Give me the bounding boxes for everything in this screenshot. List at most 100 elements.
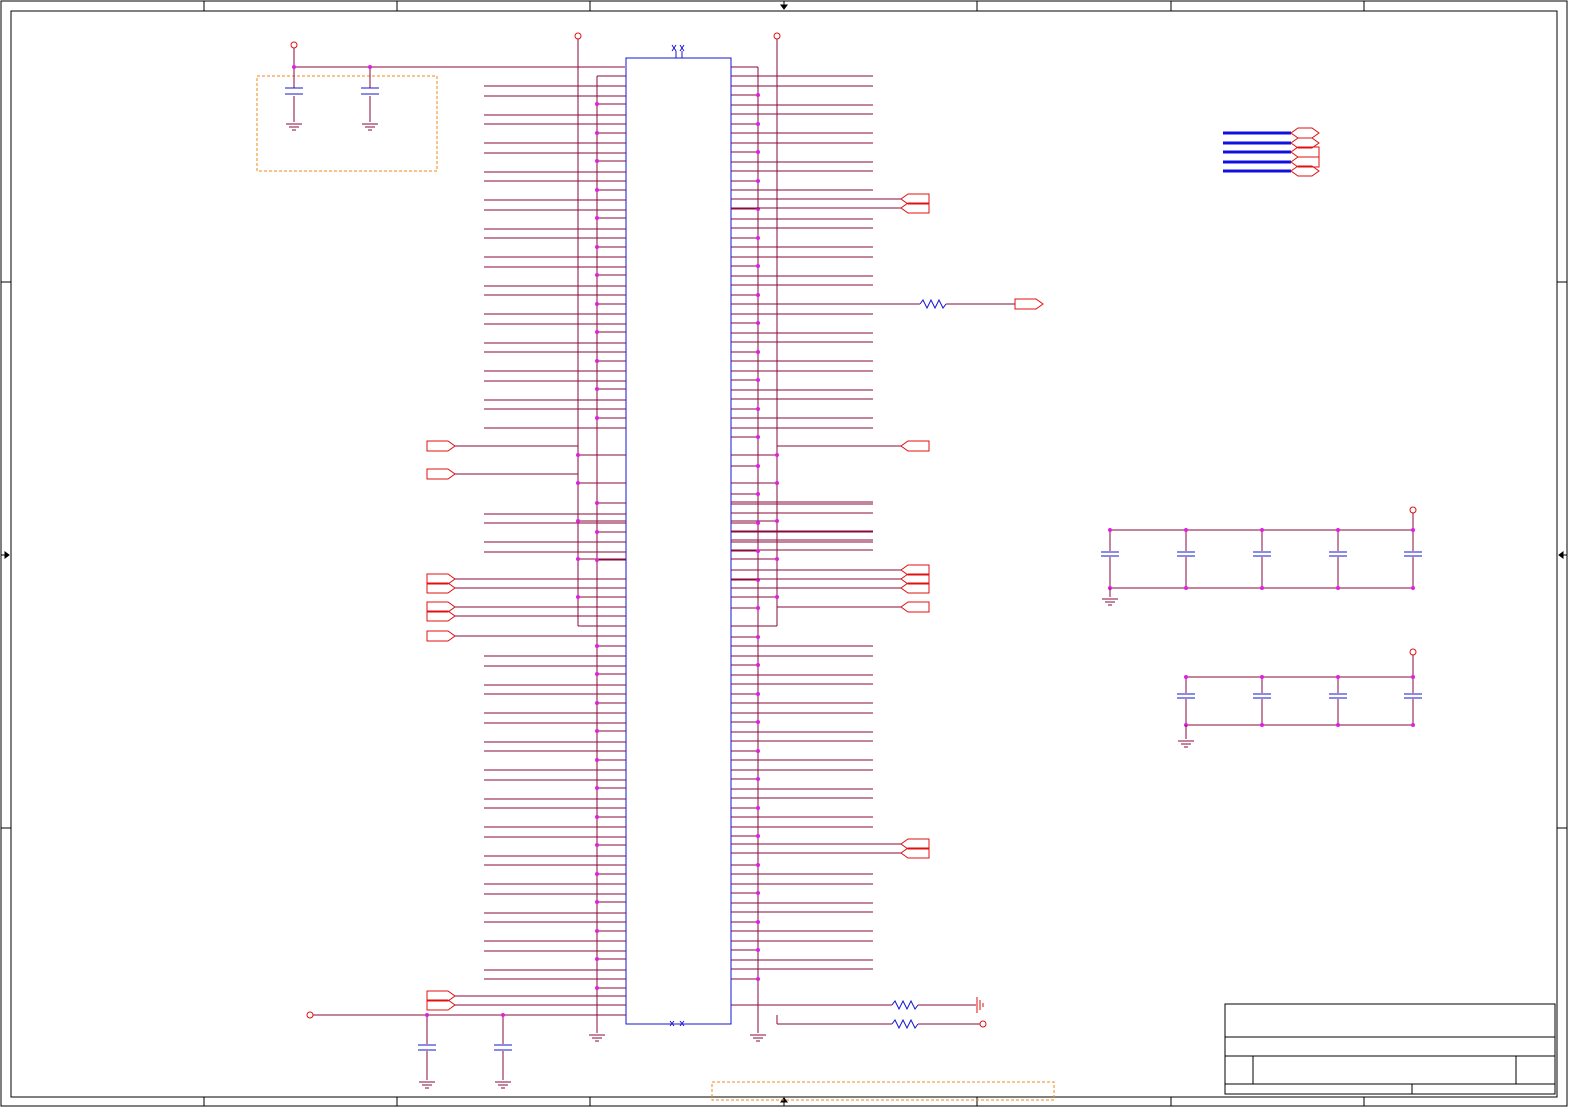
junction-dot-icon [595, 957, 599, 961]
junction-dot-icon [576, 557, 580, 561]
junction-dot-icon [595, 302, 599, 306]
junction-dot-icon [292, 65, 296, 69]
junction-dot-icon [595, 245, 599, 249]
junction-dot-icon [1260, 586, 1264, 590]
junction-dot-icon [595, 131, 599, 135]
junction-dot-icon [756, 606, 760, 610]
center-markers [1, 1, 1567, 1106]
double-arrow-connector-icon [900, 193, 930, 214]
junction-dot-icon [756, 407, 760, 411]
bus-connector-group [1223, 127, 1320, 177]
double-arrow-connector-icon [1290, 127, 1320, 139]
double-arrow-connector-icon [426, 440, 578, 452]
right-connectors [900, 193, 1044, 859]
junction-dot-icon [1260, 723, 1264, 727]
junction-dot-icon [1411, 675, 1415, 679]
ground-icon [976, 997, 984, 1013]
junction-dot-icon [368, 65, 372, 69]
junction-dot-icon [756, 264, 760, 268]
capacitor-icon [1101, 551, 1119, 557]
junction-dot-icon [595, 644, 599, 648]
title-block [1224, 1003, 1556, 1095]
junction-dot-icon [595, 216, 599, 220]
junction-dot-icon [576, 595, 580, 599]
power-port-icon [290, 41, 298, 49]
capacitor-icon [1404, 551, 1422, 557]
capacitor-icon [1404, 693, 1422, 699]
junction-dot-icon [756, 806, 760, 810]
junction-dot-icon [756, 920, 760, 924]
junction-dot-icon [775, 519, 779, 523]
bottom-left-filter [306, 1011, 626, 1089]
junction-dot-icon [595, 758, 599, 762]
decoupling-group-top-left [256, 41, 625, 172]
double-arrow-connector-icon [900, 440, 930, 452]
junction-dot-icon [756, 321, 760, 325]
junction-dot-icon [1336, 723, 1340, 727]
double-arrow-connector-icon [900, 564, 930, 594]
capacitor-icon [1253, 551, 1271, 557]
junction-dot-icon [595, 530, 599, 534]
junction-dot-icon [756, 93, 760, 97]
ground-icon [750, 1034, 766, 1042]
double-arrow-connector-icon [426, 601, 626, 622]
capacitor-icon [1329, 693, 1347, 699]
sheet-frame [0, 0, 1568, 1107]
main-ic-symbol [625, 44, 732, 1027]
junction-dot-icon [775, 453, 779, 457]
junction-dot-icon [1336, 528, 1340, 532]
junction-dot-icon [595, 359, 599, 363]
decoupling-array-1 [1101, 506, 1422, 606]
double-arrow-connector-icon [426, 630, 626, 642]
power-port-icon [1409, 648, 1417, 656]
junction-dot-icon [1184, 675, 1188, 679]
capacitor-icon [361, 87, 379, 95]
junction-dot-icon [595, 900, 599, 904]
junction-dot-icon [595, 843, 599, 847]
junction-dot-icon [595, 501, 599, 505]
capacitor-icon [1177, 551, 1195, 557]
junction-dot-icon [756, 948, 760, 952]
junction-dot-icon [595, 701, 599, 705]
resistor-icon [919, 298, 947, 310]
capacitor-icon [418, 1044, 436, 1051]
junction-dot-icon [756, 492, 760, 496]
power-port-icon [773, 32, 781, 40]
bottom-resistor-network [731, 997, 987, 1030]
junction-dot-icon [1108, 528, 1112, 532]
junction-dot-icon [1336, 675, 1340, 679]
resistor-icon [891, 1018, 919, 1030]
ground-icon [495, 1081, 511, 1089]
junction-dot-icon [756, 122, 760, 126]
capacitor-icon [1253, 693, 1271, 699]
capacitor-icon [285, 87, 303, 95]
junction-dot-icon [1184, 528, 1188, 532]
junction-dot-icon [595, 330, 599, 334]
capacitor-icon [1329, 551, 1347, 557]
junction-dot-icon [501, 1013, 505, 1017]
junction-dot-icon [595, 159, 599, 163]
ground-icon [419, 1081, 435, 1089]
junction-dot-icon [775, 595, 779, 599]
junction-dot-icon [595, 815, 599, 819]
junction-dot-icon [756, 635, 760, 639]
junction-dot-icon [576, 481, 580, 485]
double-arrow-connector-icon [900, 601, 930, 613]
junction-dot-icon [595, 558, 599, 562]
junction-dot-icon [595, 786, 599, 790]
double-arrow-connector-icon [900, 838, 930, 859]
ground-icon [1102, 598, 1118, 606]
schematic-sheet [0, 0, 1568, 1107]
junction-dot-icon [756, 464, 760, 468]
ground-icon [286, 123, 302, 131]
junction-dot-icon [756, 749, 760, 753]
decoupling-array-2 [1177, 648, 1422, 748]
junction-dot-icon [756, 863, 760, 867]
double-arrow-connector-icon [426, 468, 578, 480]
capacitor-icon [494, 1044, 512, 1051]
capacitor-icon [1177, 693, 1195, 699]
junction-dot-icon [595, 672, 599, 676]
junction-dot-icon [756, 777, 760, 781]
junction-dot-icon [595, 729, 599, 733]
junction-dot-icon [595, 102, 599, 106]
